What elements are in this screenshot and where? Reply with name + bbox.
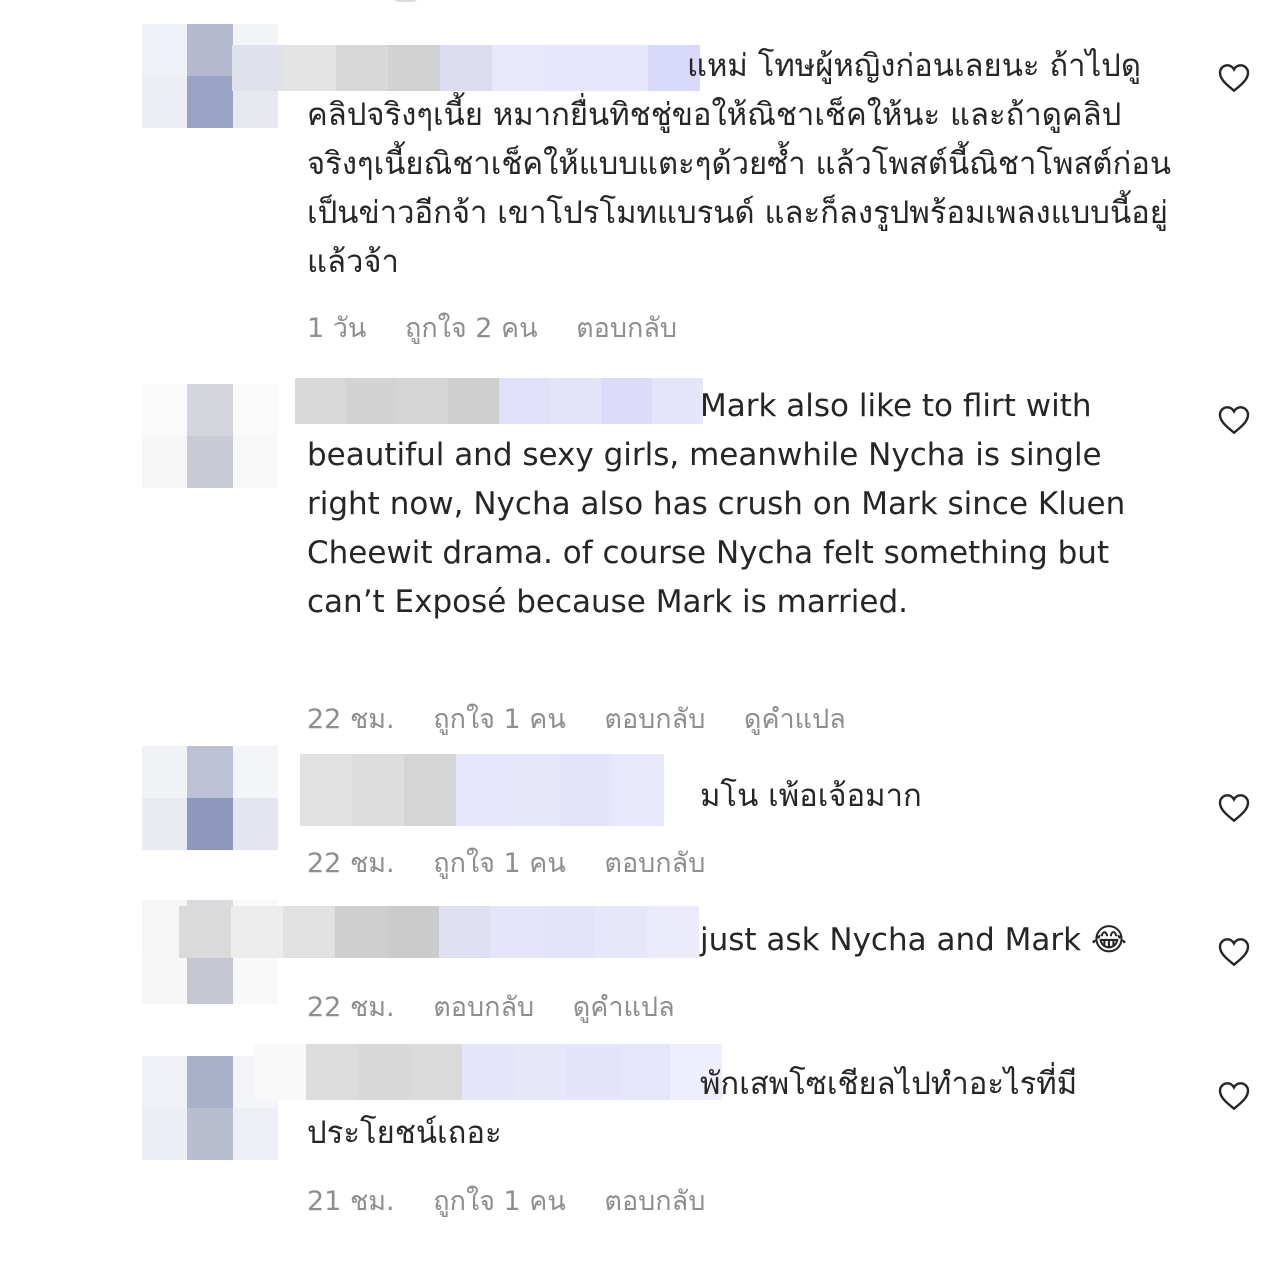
comment-meta: 21 ชม. ถูกใจ 1 คน ตอบกลับ [307,1179,735,1222]
username-blurred[interactable] [179,906,699,958]
avatar[interactable] [142,384,278,488]
like-button[interactable] [1216,60,1252,96]
comment-time[interactable]: 22 ชม. [307,848,395,879]
heart-outline-icon [1218,64,1250,93]
reply-button[interactable]: ตอบกลับ [576,313,677,344]
heart-outline-icon [1218,406,1250,435]
heart-outline-icon [1218,794,1250,823]
reply-button[interactable]: ตอบกลับ [604,1186,705,1217]
like-count[interactable]: ถูกใจ 2 คน [405,313,538,344]
comment-time[interactable]: 22 ชม. [307,992,395,1023]
heart-outline-icon [1218,1082,1250,1111]
comment-meta: 1 วัน ถูกใจ 2 คน ตอบกลับ [307,306,707,349]
username-blurred[interactable] [300,754,664,826]
reply-button[interactable]: ตอบกลับ [433,992,534,1023]
avatar[interactable] [142,746,278,850]
comment-list: แหม่ โทษผู้หญิงก่อนเลยนะ ถ้าไปดูคลิปจริง… [0,0,1280,1280]
comment-text: มโน เพ้อเจ้อมาก [700,778,922,814]
scroll-remnant [392,0,420,2]
like-count[interactable]: ถูกใจ 1 คน [433,704,566,735]
reply-button[interactable]: ตอบกลับ [604,848,705,879]
comment-meta: 22 ชม. ตอบกลับ ดูคำแปล [307,985,705,1028]
comment-time[interactable]: 21 ชม. [307,1186,395,1217]
see-translation-button[interactable]: ดูคำแปล [744,704,846,735]
like-button[interactable] [1216,934,1252,970]
like-button[interactable] [1216,790,1252,826]
see-translation-button[interactable]: ดูคำแปล [573,992,675,1023]
reply-button[interactable]: ตอบกลับ [604,704,705,735]
like-count[interactable]: ถูกใจ 1 คน [433,848,566,879]
comment-time[interactable]: 1 วัน [307,313,366,344]
comment-text: just ask Nycha and Mark 😂 [700,922,1128,958]
like-count[interactable]: ถูกใจ 1 คน [433,1186,566,1217]
comment-meta: 22 ชม. ถูกใจ 1 คน ตอบกลับ [307,841,735,884]
comment-text: Mark also like to flirt with beautiful a… [307,388,1126,620]
comment-meta: 22 ชม. ถูกใจ 1 คน ตอบกลับ ดูคำแปล [307,697,876,740]
like-button[interactable] [1216,1078,1252,1114]
comment-text: แหม่ โทษผู้หญิงก่อนเลยนะ ถ้าไปดูคลิปจริง… [307,48,1172,280]
like-button[interactable] [1216,402,1252,438]
comment-time[interactable]: 22 ชม. [307,704,395,735]
heart-outline-icon [1218,938,1250,967]
comment-text: พักเสพโซเชียลไปทำอะไรที่มีประโยชน์เถอะ [307,1066,1078,1151]
